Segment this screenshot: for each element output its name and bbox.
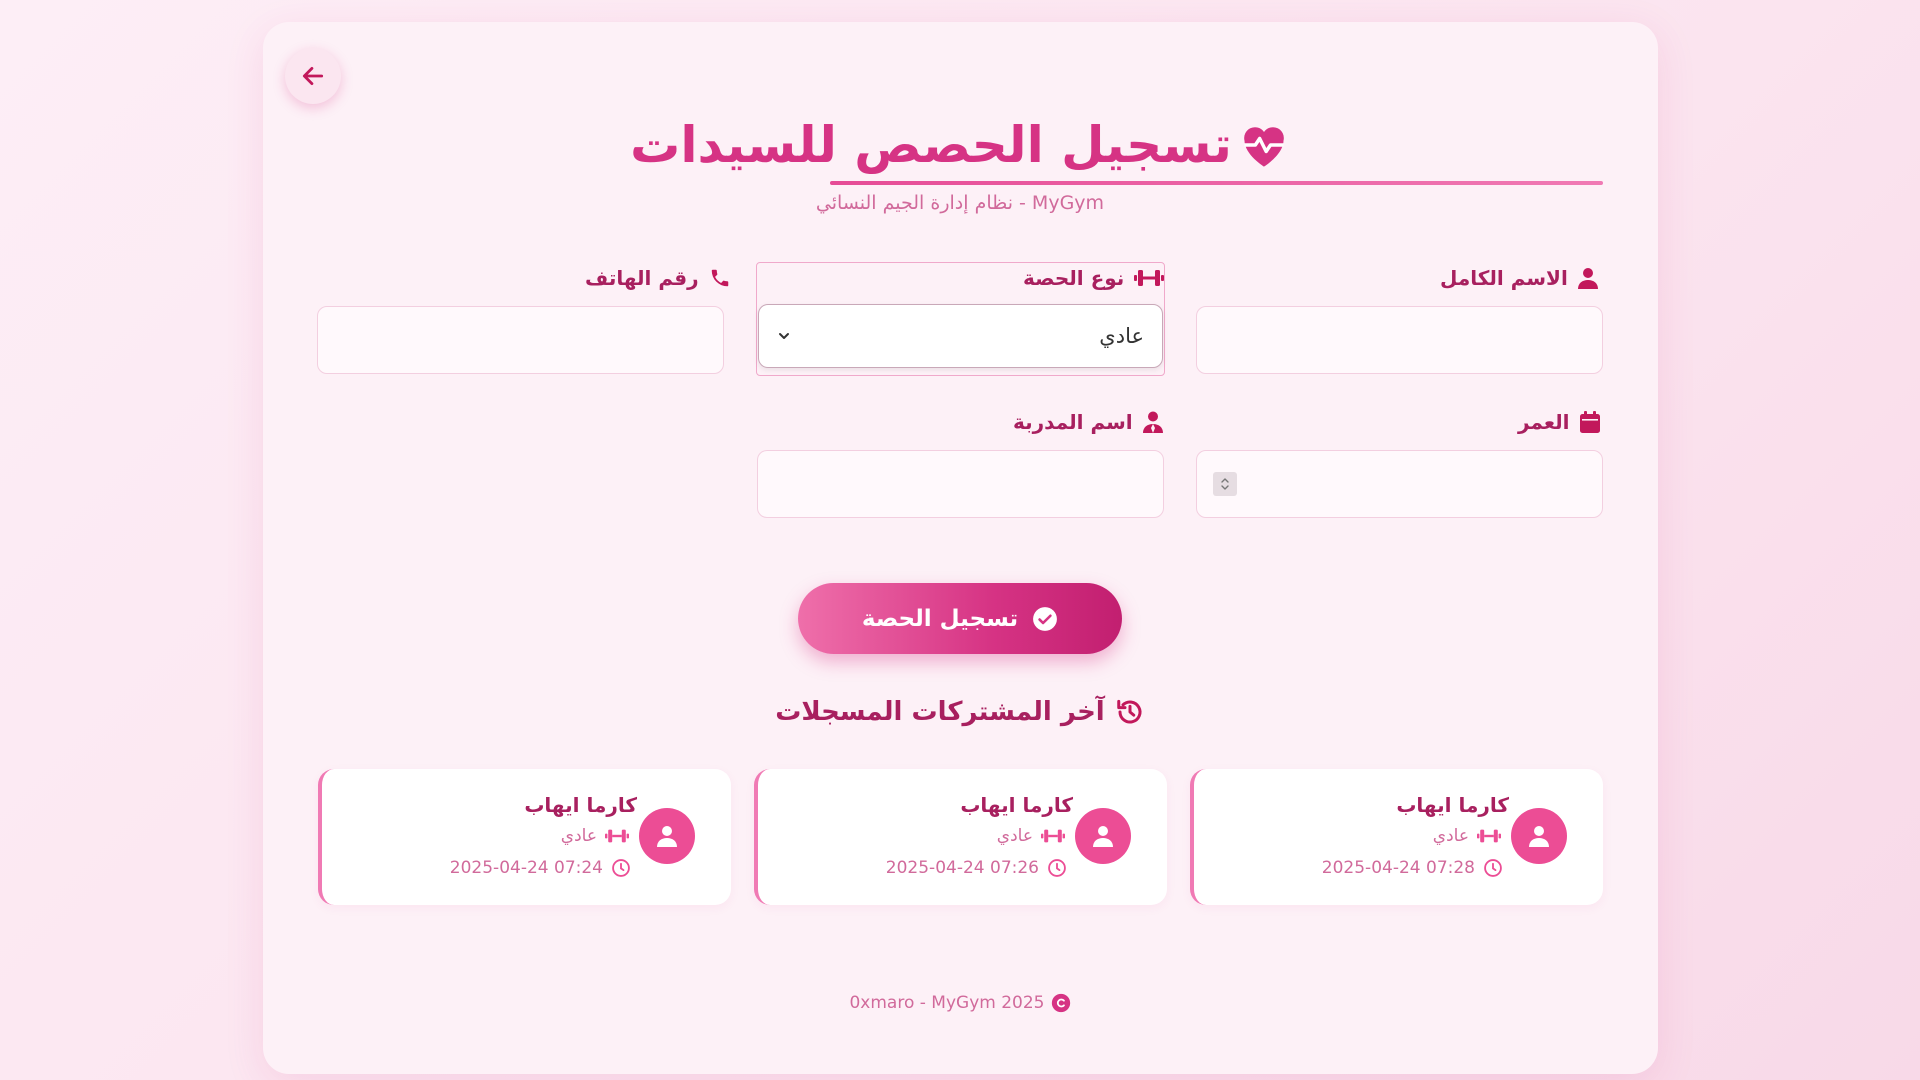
- dumbbell-icon: [605, 829, 629, 843]
- check-circle-icon: [1033, 606, 1058, 631]
- submit-label: تسجيل الحصة: [861, 605, 1019, 632]
- user-icon: [1529, 826, 1549, 847]
- user-icon: [1093, 826, 1113, 847]
- clock-icon: [1048, 859, 1066, 877]
- member-type-row: عادي: [997, 826, 1065, 846]
- footer-text: 0xmaro - MyGym 2025: [849, 993, 1045, 1013]
- member-name: كارما ايهاب: [524, 793, 637, 817]
- heart-pulse-icon: [1244, 127, 1284, 167]
- member-time-row: 2025-04-24 07:26: [886, 858, 1067, 878]
- member-card: كارما ايهاب عادي 2025-04-24 07:24: [318, 769, 731, 905]
- full-name-input[interactable]: [1196, 306, 1603, 374]
- session-type-value: عادي: [1099, 324, 1144, 348]
- page-title: تسجيل الحصص للسيدات: [630, 116, 1232, 174]
- member-type-row: عادي: [1433, 826, 1501, 846]
- age-input[interactable]: [1196, 450, 1603, 518]
- clock-icon: [1484, 859, 1502, 877]
- member-time-row: 2025-04-24 07:28: [1322, 858, 1503, 878]
- phone-icon: [711, 269, 728, 287]
- member-card: كارما ايهاب عادي 2025-04-24 07:26: [754, 769, 1167, 905]
- dumbbell-icon: [1041, 829, 1065, 843]
- full-name-label: الاسم الكامل: [1440, 266, 1598, 290]
- calendar-icon: [1579, 411, 1600, 433]
- copyright-icon: [1051, 993, 1070, 1013]
- dumbbell-icon: [1477, 829, 1501, 843]
- avatar: [639, 808, 695, 864]
- clock-icon: [612, 859, 630, 877]
- trainer-input[interactable]: [757, 450, 1164, 518]
- history-icon: [1116, 699, 1142, 724]
- page-subtitle: نظام إدارة الجيم النسائي - MyGym: [815, 192, 1105, 214]
- main-card: [263, 22, 1658, 1074]
- avatar: [1075, 808, 1131, 864]
- title-underline: [830, 181, 1603, 185]
- age-label: العمر: [1518, 410, 1600, 434]
- footer: 0xmaro - MyGym 2025: [760, 993, 1160, 1013]
- member-name: كارما ايهاب: [1396, 793, 1509, 817]
- recent-section-title: آخر المشتركات المسجلات: [740, 697, 1180, 727]
- member-name: كارما ايهاب: [960, 793, 1073, 817]
- dumbbell-icon: [1134, 270, 1165, 286]
- phone-label: رقم الهاتف: [585, 266, 731, 290]
- trainer-label: اسم المدربة: [1013, 410, 1163, 434]
- session-type-label: نوع الحصة: [1023, 266, 1165, 290]
- submit-session-button[interactable]: تسجيل الحصة: [798, 583, 1122, 654]
- user-icon: [1577, 268, 1598, 289]
- member-time-row: 2025-04-24 07:24: [450, 858, 631, 878]
- trainer-icon: [1142, 411, 1163, 433]
- page-title-group: تسجيل الحصص للسيدات: [600, 116, 1320, 174]
- age-number-spinner[interactable]: [1213, 472, 1237, 496]
- phone-input[interactable]: [317, 306, 724, 374]
- session-type-select[interactable]: عادي: [758, 304, 1163, 368]
- back-button[interactable]: [285, 48, 341, 104]
- spinner-arrows-icon: [1221, 478, 1229, 490]
- member-type-row: عادي: [561, 826, 629, 846]
- user-icon: [657, 826, 677, 847]
- avatar: [1511, 808, 1567, 864]
- arrow-left-icon: [302, 67, 324, 85]
- member-card: كارما ايهاب عادي 2025-04-24 07:28: [1190, 769, 1603, 905]
- chevron-down-icon: [779, 333, 789, 339]
